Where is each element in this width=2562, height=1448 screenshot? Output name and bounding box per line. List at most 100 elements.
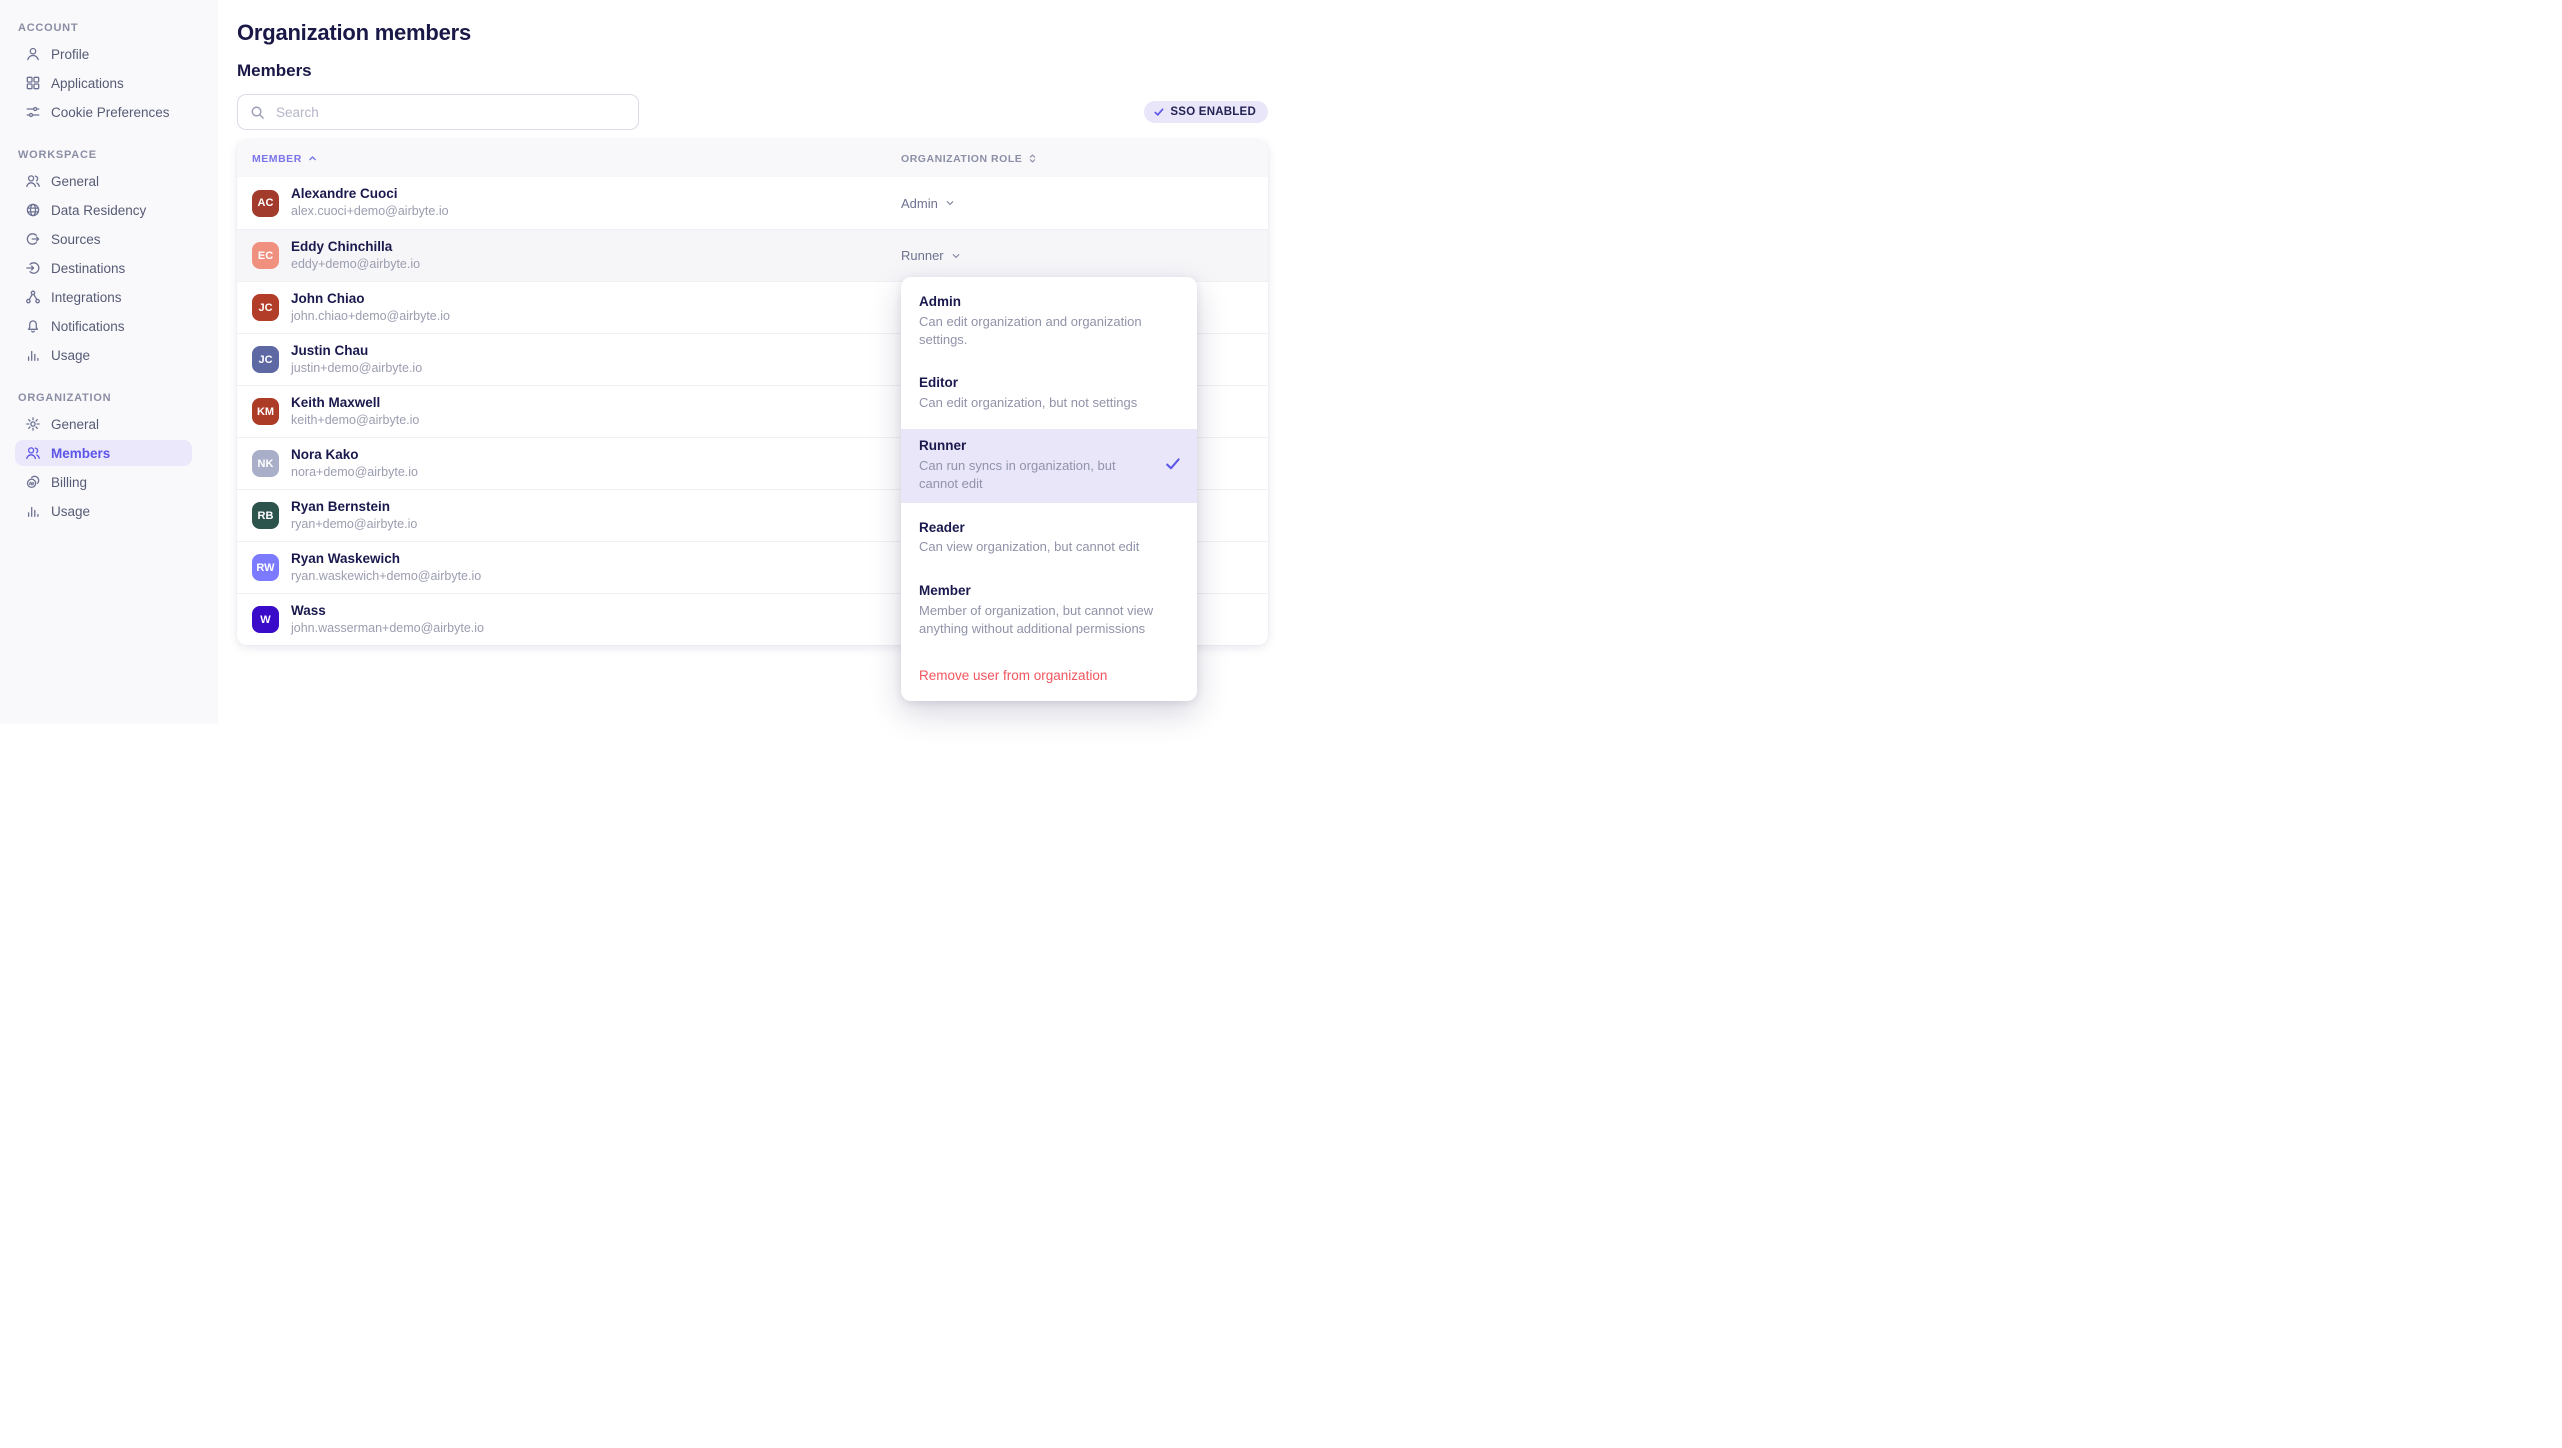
- sidebar-item-label: Notifications: [51, 319, 125, 334]
- sidebar-section: ORGANIZATION General Members Billing Usa…: [0, 392, 218, 524]
- sidebar-item-sources[interactable]: Sources: [15, 226, 192, 252]
- destination-icon: [25, 260, 41, 276]
- sidebar-item-profile[interactable]: Profile: [15, 41, 192, 67]
- members-controls: SSO ENABLED: [237, 94, 1268, 130]
- source-icon: [25, 231, 41, 247]
- sidebar-item-integrations[interactable]: Integrations: [15, 284, 192, 310]
- sidebar-item-destinations[interactable]: Destinations: [15, 255, 192, 281]
- chevron-down-icon: [950, 250, 962, 262]
- users-icon: [25, 173, 41, 189]
- remove-user-link[interactable]: Remove user from organization: [901, 655, 1197, 701]
- role-option-admin[interactable]: Admin Can edit organization and organiza…: [901, 285, 1197, 358]
- member-email: ryan+demo@airbyte.io: [291, 517, 417, 533]
- selected-check-icon: [1164, 455, 1182, 473]
- member-cell: RW Ryan Waskewich ryan.waskewich+demo@ai…: [252, 551, 901, 585]
- column-header-organization-role[interactable]: ORGANIZATION ROLE: [901, 153, 1038, 165]
- sidebar-section-label: ACCOUNT: [18, 22, 218, 34]
- member-row: AC Alexandre Cuoci alex.cuoci+demo@airby…: [237, 177, 1268, 229]
- member-name: Eddy Chinchilla: [291, 239, 420, 256]
- sso-badge-label: SSO ENABLED: [1170, 106, 1256, 118]
- sidebar-item-label: General: [51, 417, 99, 432]
- sidebar-item-label: Profile: [51, 47, 89, 62]
- member-cell: EC Eddy Chinchilla eddy+demo@airbyte.io: [252, 239, 901, 273]
- role-option-title: Editor: [919, 375, 1179, 392]
- member-cell: JC Justin Chau justin+demo@airbyte.io: [252, 343, 901, 377]
- sidebar-item-label: Sources: [51, 232, 101, 247]
- sidebar-item-usage[interactable]: Usage: [15, 342, 192, 368]
- avatar: KM: [252, 398, 279, 425]
- sidebar-item-label: Members: [51, 446, 110, 461]
- sidebar-item-billing[interactable]: Billing: [15, 469, 192, 495]
- bell-icon: [25, 318, 41, 334]
- role-option-title: Reader: [919, 520, 1179, 537]
- sidebar-item-label: Billing: [51, 475, 87, 490]
- role-label: Admin: [901, 196, 938, 211]
- member-email: keith+demo@airbyte.io: [291, 413, 419, 429]
- member-email: john.wasserman+demo@airbyte.io: [291, 621, 484, 637]
- member-email: ryan.waskewich+demo@airbyte.io: [291, 569, 481, 585]
- role-option-title: Member: [919, 583, 1179, 600]
- members-table-header: MEMBER ORGANIZATION ROLE: [237, 140, 1268, 177]
- member-name: Nora Kako: [291, 447, 418, 464]
- avatar: AC: [252, 190, 279, 217]
- column-label: ORGANIZATION ROLE: [901, 153, 1022, 165]
- member-cell: KM Keith Maxwell keith+demo@airbyte.io: [252, 395, 901, 429]
- sidebar-item-usage[interactable]: Usage: [15, 498, 192, 524]
- member-email: john.chiao+demo@airbyte.io: [291, 309, 450, 325]
- grid-icon: [25, 75, 41, 91]
- role-option-description: Can edit organization and organization s…: [919, 313, 1179, 349]
- member-cell: AC Alexandre Cuoci alex.cuoci+demo@airby…: [252, 186, 901, 220]
- sidebar-item-data-residency[interactable]: Data Residency: [15, 197, 192, 223]
- role-option-description: Can edit organization, but not settings: [919, 394, 1179, 412]
- check-icon: [1153, 106, 1165, 118]
- member-row: EC Eddy Chinchilla eddy+demo@airbyte.io …: [237, 229, 1268, 281]
- sidebar-section: ACCOUNT Profile Applications Cookie Pref…: [0, 22, 218, 125]
- sort-asc-icon: [307, 153, 318, 164]
- role-select[interactable]: Admin: [901, 196, 956, 211]
- bar-chart-icon: [25, 503, 41, 519]
- column-header-member[interactable]: MEMBER: [252, 153, 901, 165]
- member-search[interactable]: [237, 94, 639, 130]
- sidebar-item-notifications[interactable]: Notifications: [15, 313, 192, 339]
- avatar: EC: [252, 242, 279, 269]
- sidebar-item-cookie-preferences[interactable]: Cookie Preferences: [15, 99, 192, 125]
- member-email: eddy+demo@airbyte.io: [291, 257, 420, 273]
- search-input[interactable]: [274, 104, 626, 121]
- role-option-title: Admin: [919, 294, 1179, 311]
- sidebar-item-label: Cookie Preferences: [51, 105, 170, 120]
- sliders-icon: [25, 104, 41, 120]
- sidebar-section: WORKSPACE General Data Residency Sources…: [0, 149, 218, 368]
- sidebar-item-members[interactable]: Members: [15, 440, 192, 466]
- sidebar-item-general[interactable]: General: [15, 411, 192, 437]
- role-options: Admin Can edit organization and organiza…: [901, 285, 1197, 647]
- avatar: JC: [252, 346, 279, 373]
- member-cell: JC John Chiao john.chiao+demo@airbyte.io: [252, 291, 901, 325]
- column-label: MEMBER: [252, 153, 302, 165]
- avatar: W: [252, 606, 279, 633]
- role-option-reader[interactable]: Reader Can view organization, but cannot…: [901, 511, 1197, 566]
- settings-sidebar: ACCOUNT Profile Applications Cookie Pref…: [0, 0, 218, 724]
- role-select[interactable]: Runner: [901, 248, 962, 263]
- role-option-member[interactable]: Member Member of organization, but canno…: [901, 574, 1197, 647]
- sidebar-item-applications[interactable]: Applications: [15, 70, 192, 96]
- sidebar-item-label: Integrations: [51, 290, 122, 305]
- role-option-description: Member of organization, but cannot view …: [919, 602, 1179, 638]
- member-cell: NK Nora Kako nora+demo@airbyte.io: [252, 447, 901, 481]
- member-name: Justin Chau: [291, 343, 422, 360]
- users-icon: [25, 445, 41, 461]
- role-label: Runner: [901, 248, 944, 263]
- gear-icon: [25, 416, 41, 432]
- sidebar-item-label: Applications: [51, 76, 124, 91]
- role-option-runner[interactable]: Runner Can run syncs in organization, bu…: [901, 429, 1197, 502]
- page-title: Organization members: [237, 20, 1281, 46]
- avatar: JC: [252, 294, 279, 321]
- member-name: John Chiao: [291, 291, 450, 308]
- member-email: justin+demo@airbyte.io: [291, 361, 422, 377]
- member-cell: W Wass john.wasserman+demo@airbyte.io: [252, 603, 901, 637]
- sidebar-section-label: ORGANIZATION: [18, 392, 218, 404]
- sidebar-item-general[interactable]: General: [15, 168, 192, 194]
- sidebar-item-label: Data Residency: [51, 203, 146, 218]
- role-option-editor[interactable]: Editor Can edit organization, but not se…: [901, 366, 1197, 421]
- role-dropdown-menu: Admin Can edit organization and organiza…: [901, 277, 1197, 701]
- search-icon: [250, 105, 265, 120]
